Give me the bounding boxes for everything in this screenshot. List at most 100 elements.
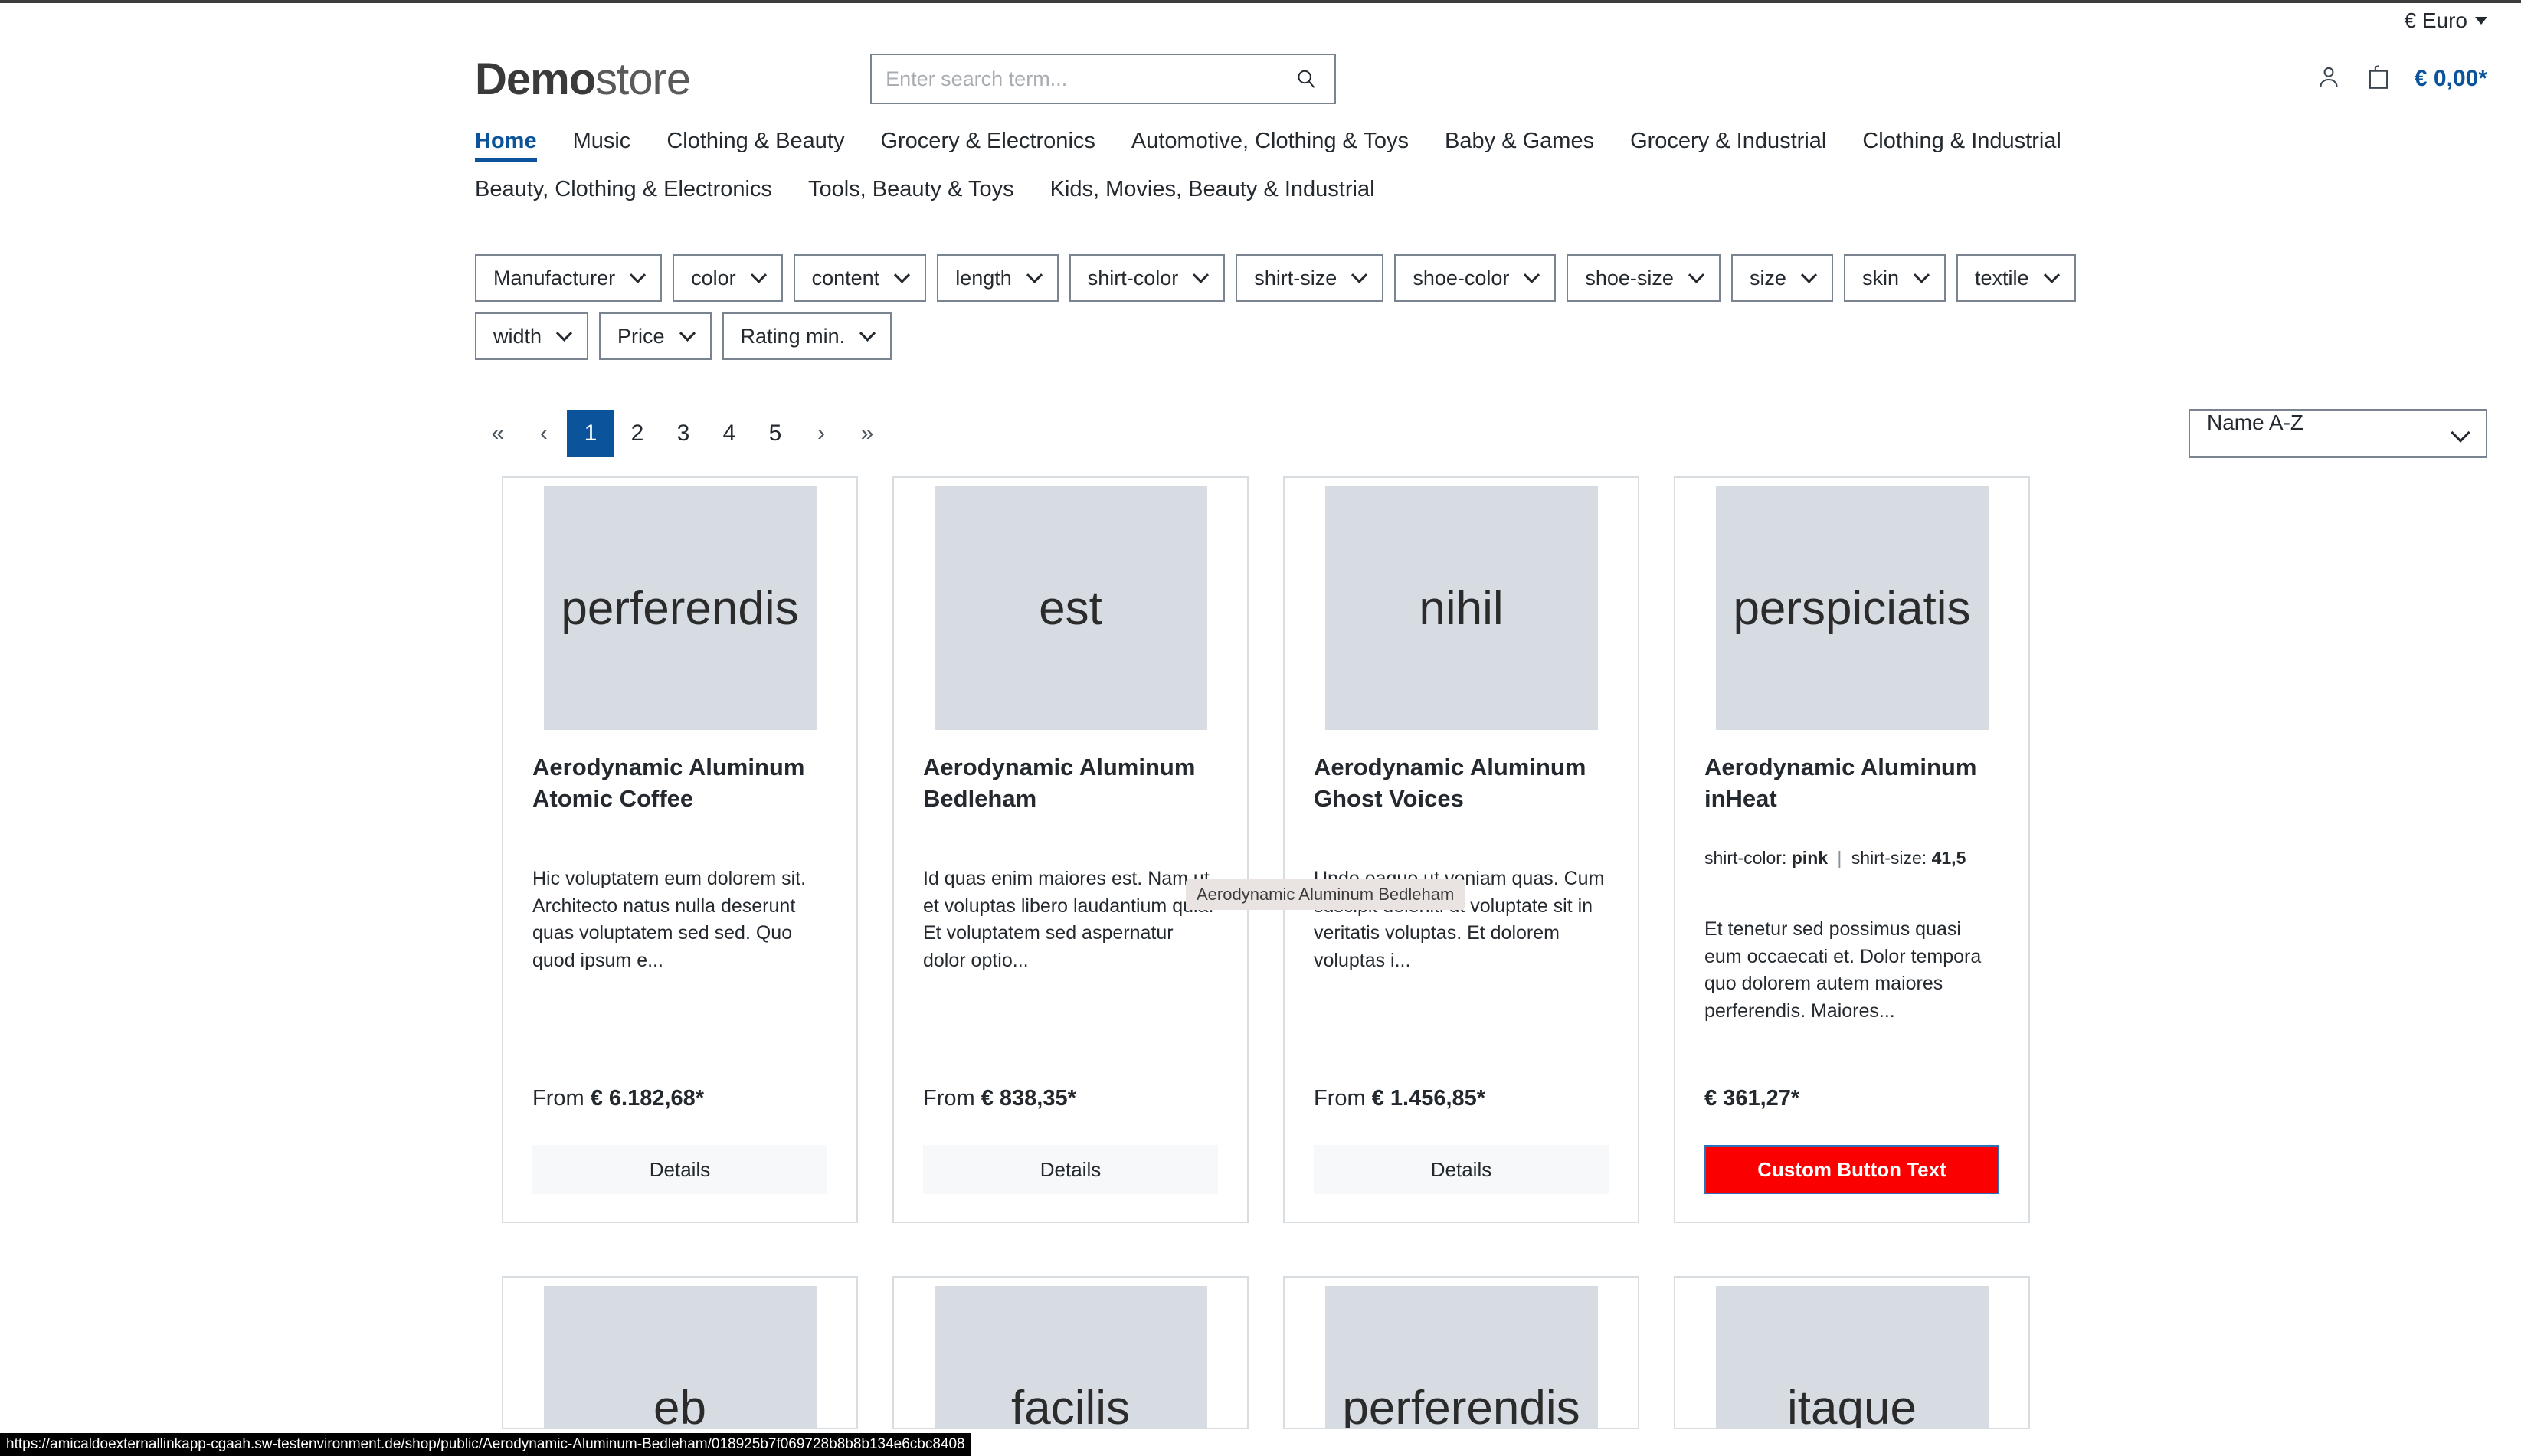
pagination-page-1[interactable]: 1 (567, 410, 614, 457)
nav-item-beauty-clothing-electronics[interactable]: Beauty, Clothing & Electronics (475, 177, 772, 210)
filter-price[interactable]: Price (599, 312, 712, 360)
nav-item-clothing-beauty[interactable]: Clothing & Beauty (666, 129, 844, 162)
search-input[interactable] (886, 67, 1292, 91)
nav-item-automotive-clothing-toys[interactable]: Automotive, Clothing & Toys (1131, 129, 1409, 162)
site-logo[interactable]: Demostore (475, 54, 691, 105)
filter-width[interactable]: width (475, 312, 589, 360)
product-image: perferendis (543, 486, 817, 730)
variant-label-2: shirt-size: (1851, 848, 1927, 868)
product-card[interactable]: itaque (1674, 1276, 2030, 1429)
product-price: From € 6.182,68* (532, 1086, 827, 1111)
product-card[interactable]: perferendis (1283, 1276, 1639, 1429)
filter-textile[interactable]: textile (1956, 254, 2076, 302)
product-image: eb (543, 1286, 817, 1428)
filter-length[interactable]: length (937, 254, 1059, 302)
nav-row-primary: Home Music Clothing & Beauty Grocery & E… (475, 129, 2487, 162)
product-title[interactable]: Aerodynamic Aluminum Bedleham (923, 752, 1218, 820)
pagination-last[interactable]: » (844, 410, 890, 457)
product-card[interactable]: nihil Aerodynamic Aluminum Ghost Voices … (1283, 476, 1639, 1223)
filter-panel: Manufacturer color content length shirt-… (0, 225, 2521, 360)
sort-select[interactable]: Name A-Z (2189, 409, 2487, 458)
nav-row-secondary: Beauty, Clothing & Electronics Tools, Be… (475, 177, 2487, 210)
details-button[interactable]: Details (923, 1145, 1218, 1194)
filter-label: Rating min. (740, 324, 846, 348)
pagination-page-3[interactable]: 3 (660, 410, 706, 457)
nav-item-home[interactable]: Home (475, 129, 537, 162)
product-card[interactable]: perferendis Aerodynamic Aluminum Atomic … (502, 476, 858, 1223)
filter-shoe-color[interactable]: shoe-color (1394, 254, 1557, 302)
filter-label: textile (1974, 266, 2029, 290)
product-image: facilis (934, 1286, 1207, 1428)
site-header: Demostore Enter search term... € 0,00* (0, 38, 2521, 112)
filter-shoe-size[interactable]: shoe-size (1567, 254, 1721, 302)
chevron-down-icon (555, 325, 573, 342)
filter-shirt-size[interactable]: shirt-size (1236, 254, 1384, 302)
pagination-first[interactable]: « (475, 410, 521, 457)
product-body: Aerodynamic Aluminum Atomic Coffee Hic v… (503, 721, 856, 1086)
product-image-wrap: perferendis (503, 478, 856, 730)
product-image: itaque (1715, 1286, 1989, 1428)
product-card[interactable]: eb (502, 1276, 858, 1429)
product-image: est (934, 486, 1207, 730)
filter-label: size (1749, 266, 1786, 290)
chevron-down-icon (894, 267, 911, 283)
nav-item-clothing-industrial[interactable]: Clothing & Industrial (1862, 129, 2061, 162)
product-image-wrap: facilis (894, 1278, 1247, 1428)
product-title[interactable]: Aerodynamic Aluminum Ghost Voices (1314, 752, 1609, 820)
product-price: From € 1.456,85* (1314, 1086, 1609, 1111)
product-title[interactable]: Aerodynamic Aluminum inHeat (1704, 752, 1999, 820)
product-card[interactable]: facilis (892, 1276, 1249, 1429)
price-prefix: From (532, 1086, 591, 1111)
product-card[interactable]: perspiciatis Aerodynamic Aluminum inHeat… (1674, 476, 2030, 1223)
custom-action-button[interactable]: Custom Button Text (1704, 1145, 1999, 1194)
nav-item-baby-games[interactable]: Baby & Games (1445, 129, 1594, 162)
filter-color[interactable]: color (673, 254, 783, 302)
product-title[interactable]: Aerodynamic Aluminum Atomic Coffee (532, 752, 827, 820)
product-image-wrap: eb (503, 1278, 856, 1428)
filter-label: Manufacturer (493, 266, 616, 290)
price-value: € 1.456,85* (1371, 1086, 1486, 1111)
pagination-next[interactable]: › (798, 410, 844, 457)
product-variant-info: shirt-color: pink | shirt-size: 41,5 (1704, 846, 1999, 870)
nav-item-music[interactable]: Music (573, 129, 631, 162)
pagination-page-2[interactable]: 2 (614, 410, 660, 457)
nav-item-kids-movies-beauty-industrial[interactable]: Kids, Movies, Beauty & Industrial (1050, 177, 1375, 210)
chevron-down-icon (1688, 267, 1705, 283)
currency-switcher[interactable]: € Euro (2404, 8, 2487, 33)
account-button[interactable] (2315, 64, 2343, 95)
cart-total[interactable]: € 0,00* (2415, 66, 2487, 92)
nav-item-grocery-industrial[interactable]: Grocery & Industrial (1630, 129, 1826, 162)
filter-label: shoe-color (1413, 266, 1510, 290)
pagination-page-5[interactable]: 5 (752, 410, 798, 457)
price-value: € 361,27* (1704, 1086, 1800, 1111)
logo-light-part: store (595, 54, 691, 104)
filter-manufacturer[interactable]: Manufacturer (475, 254, 663, 302)
price-value: € 6.182,68* (590, 1086, 705, 1111)
sort-control: Name A-Z (2189, 409, 2487, 458)
chevron-down-icon (750, 267, 767, 283)
chevron-down-icon (2475, 17, 2487, 25)
nav-item-tools-beauty-toys[interactable]: Tools, Beauty & Toys (808, 177, 1014, 210)
filter-shirt-color[interactable]: shirt-color (1069, 254, 1226, 302)
details-button[interactable]: Details (532, 1145, 827, 1194)
filter-label: color (691, 266, 736, 290)
filter-label: shirt-size (1254, 266, 1337, 290)
details-button[interactable]: Details (1314, 1145, 1609, 1194)
currency-label: € Euro (2404, 8, 2468, 32)
utility-row: € Euro (0, 3, 2521, 38)
pagination-page-4[interactable]: 4 (706, 410, 752, 457)
variant-label-1: shirt-color: (1704, 848, 1787, 868)
product-footer: € 361,27* Custom Button Text (1675, 1086, 2028, 1222)
pagination-prev[interactable]: ‹ (521, 410, 567, 457)
filter-rating-min[interactable]: Rating min. (722, 312, 892, 360)
product-grid-row-2: eb facilis perferendis itaque (0, 1258, 2521, 1429)
page-root: € Euro Demostore Enter search term... € … (0, 0, 2521, 1456)
filter-size[interactable]: size (1730, 254, 1833, 302)
search-button[interactable] (1292, 67, 1321, 90)
nav-item-grocery-electronics[interactable]: Grocery & Electronics (880, 129, 1095, 162)
filter-content[interactable]: content (793, 254, 927, 302)
cart-button[interactable] (2365, 64, 2392, 95)
filter-skin[interactable]: skin (1843, 254, 1946, 302)
product-card[interactable]: est Aerodynamic Aluminum Bedleham Id qua… (892, 476, 1249, 1223)
product-footer: From € 6.182,68* Details (503, 1086, 856, 1222)
